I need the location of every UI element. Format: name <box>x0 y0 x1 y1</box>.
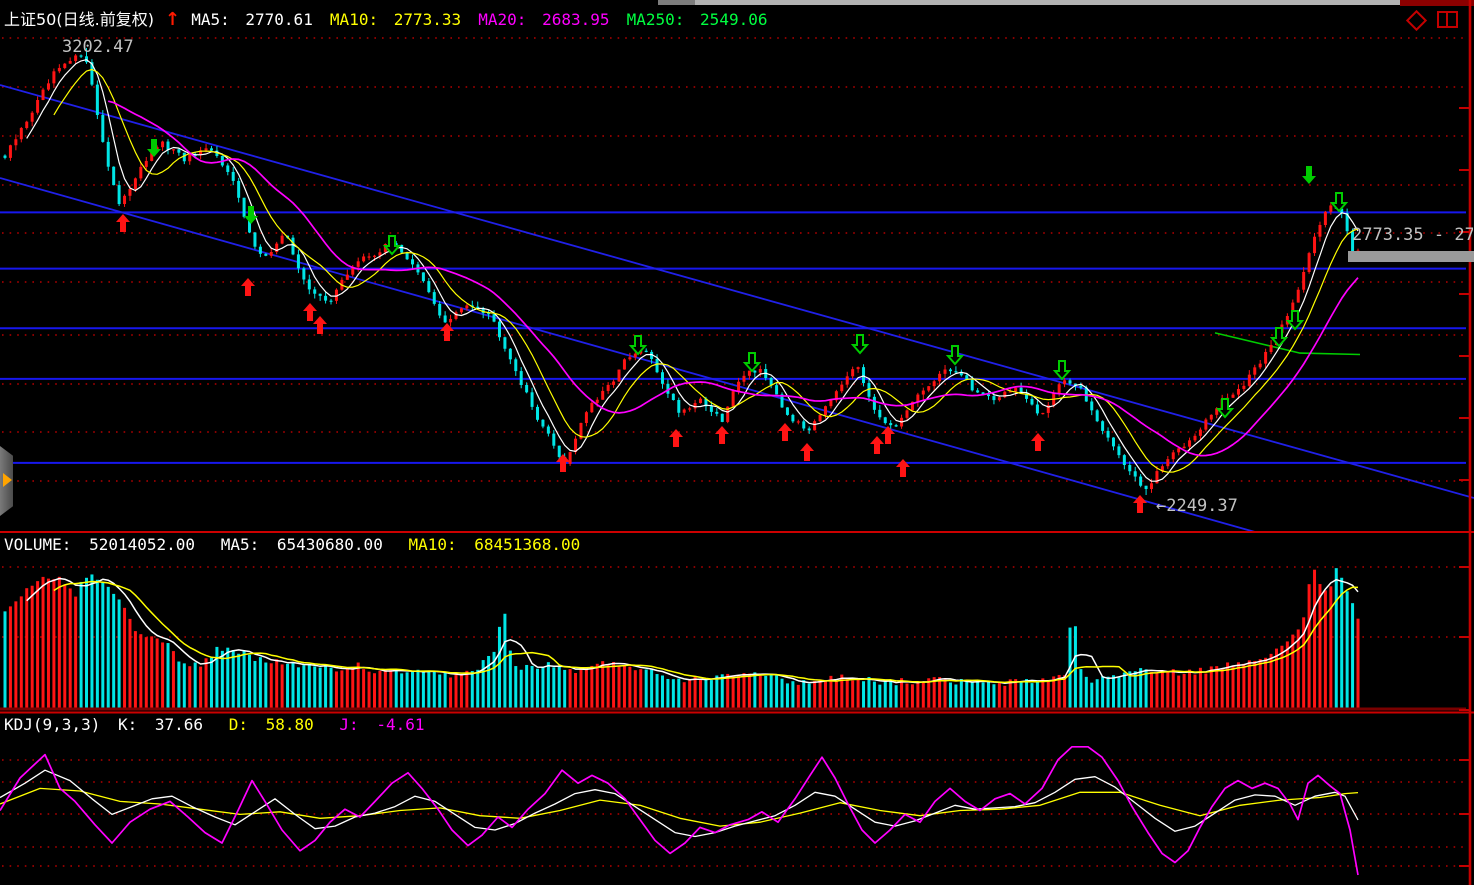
ma20-readout: MA20: 2683.95 <box>478 10 615 29</box>
signal-arrows <box>116 139 1346 513</box>
trading-app-window: 上证50(日线.前复权) ↑ MA5: 2770.61 MA10: 2773.3… <box>0 0 1474 885</box>
trough-price-label: ←2249.37 <box>1156 496 1238 516</box>
price-ma-lines <box>27 60 1358 482</box>
ma5-readout: MA5: 2770.61 <box>191 10 319 29</box>
volume-ma10-readout: MA10: 68451368.00 <box>408 535 588 554</box>
kdj-header: KDJ(9,3,3) K: 37.66 D: 58.80 J: -4.61 <box>4 715 440 734</box>
current-price-range-label: 2773.35 - 275 <box>1352 225 1473 245</box>
chart-header: 上证50(日线.前复权) ↑ MA5: 2770.61 MA10: 2773.3… <box>4 6 779 28</box>
support-resistance-lines <box>0 85 1474 532</box>
volume-readout: VOLUME: 52014052.00 <box>4 535 203 554</box>
instrument-title: 上证50(日线.前复权) <box>4 10 154 29</box>
ma250-readout: MA250: 2549.06 <box>627 10 774 29</box>
chart-canvas[interactable] <box>0 0 1474 885</box>
right-axis-border <box>1459 0 1470 885</box>
panel-collapse-tab[interactable] <box>0 446 13 516</box>
kdj-title: KDJ(9,3,3) <box>4 715 100 734</box>
volume-ma5-readout: MA5: 65430680.00 <box>221 535 391 554</box>
peak-price-label: 3202.47 <box>62 37 134 57</box>
expand-arrow-icon <box>3 473 12 487</box>
kdj-j-readout: J: -4.61 <box>339 715 432 734</box>
ma250-line <box>1215 333 1360 355</box>
current-price-bar <box>1348 251 1474 262</box>
signal-arrow-icon: ↑ <box>165 9 180 30</box>
kdj-k-readout: K: 37.66 <box>118 715 211 734</box>
volume-header: VOLUME: 52014052.00 MA5: 65430680.00 MA1… <box>4 535 596 554</box>
ma10-readout: MA10: 2773.33 <box>330 10 467 29</box>
candlesticks <box>4 48 1360 495</box>
kdj-panel[interactable] <box>0 747 1358 875</box>
volume-panel[interactable] <box>0 568 1466 710</box>
kdj-d-readout: D: 58.80 <box>229 715 322 734</box>
split-window-icon[interactable] <box>1437 11 1458 28</box>
